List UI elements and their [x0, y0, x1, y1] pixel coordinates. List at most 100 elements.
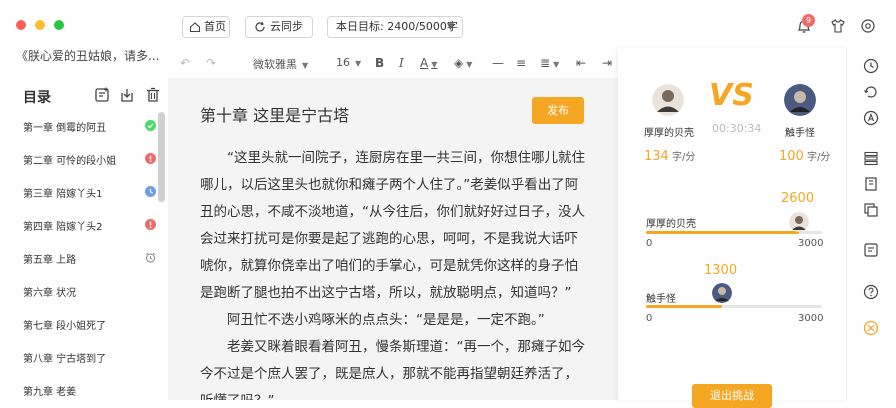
player1-speed-value: 134 — [644, 149, 669, 164]
indent-increase-icon[interactable]: ⇥ — [602, 56, 612, 70]
toc-item-9[interactable]: 第九章 老姜 — [0, 374, 168, 407]
bold-button[interactable]: B — [375, 56, 384, 70]
player1-bar-name: 厚厚的贝壳 — [646, 219, 696, 230]
home-button[interactable]: 首页 — [182, 16, 230, 38]
toc-item-5[interactable]: 第五章 上路 — [0, 242, 168, 275]
paragraph: “这里头就一间院子，连厨房在里一共三间，你想住哪儿就住哪儿，以后这里头也就你和瘫… — [200, 150, 585, 301]
home-button-label: 首页 — [204, 20, 226, 33]
chevron-down-icon: ▼ — [302, 61, 309, 70]
import-icon[interactable] — [119, 87, 135, 103]
right-tool-rail — [846, 48, 896, 400]
divider-line-icon[interactable]: — — [492, 56, 504, 70]
settings-icon[interactable] — [860, 18, 876, 34]
toc-item-label: 第四章 陪嫁丫头2 — [23, 222, 103, 233]
highlight-icon: ◈ — [454, 56, 464, 70]
progress-min-label: 0 — [646, 313, 653, 324]
window-close-button[interactable] — [16, 20, 26, 30]
speed-unit: 字/分 — [672, 152, 696, 163]
toc-item-label: 第六章 状况 — [23, 288, 77, 299]
toc-title: 目录 — [23, 90, 51, 106]
undo-icon[interactable]: ↶ — [180, 56, 190, 70]
font-color-button[interactable]: A ▼ — [420, 56, 437, 70]
daily-goal-dropdown[interactable]: 本日目标: 2400/5000字 ▼ — [327, 16, 463, 38]
help-icon[interactable] — [863, 284, 879, 300]
font-family-select[interactable]: 微软雅黑 ▼ — [253, 56, 308, 72]
alarm-clock-icon — [145, 252, 156, 263]
add-chapter-icon[interactable] — [94, 87, 110, 103]
home-icon — [189, 22, 201, 33]
progress-max-label: 3000 — [798, 313, 824, 324]
book-title[interactable]: 《朕心爱的丑姑娘，请多... — [16, 47, 164, 64]
toc-item-label: 第九章 老姜 — [23, 387, 77, 398]
toc-item-1[interactable]: 第一章 倒霉的阿丑 — [0, 110, 168, 143]
toc-item-label: 第八章 宁古塔到了 — [23, 354, 107, 365]
italic-button[interactable]: I — [399, 56, 404, 70]
chapter-body[interactable]: “这里头就一间院子，连厨房在里一共三间，你想住哪儿就住哪儿，以后这里头也就你和瘫… — [200, 145, 585, 400]
toc-item-4[interactable]: 第四章 陪嫁丫头2 — [0, 209, 168, 242]
editor-area[interactable]: 第十章 这里是宁古塔 发布 “这里头就一间院子，连厨房在里一共三间，你想住哪儿就… — [168, 78, 618, 400]
progress-max-label: 3000 — [798, 238, 824, 249]
history-icon[interactable] — [863, 84, 879, 100]
toc-item-label: 第三章 陪嫁丫头1 — [23, 189, 103, 200]
chevron-down-icon: ▼ — [466, 60, 473, 69]
clock-icon[interactable] — [863, 58, 879, 74]
redo-icon[interactable]: ↷ — [206, 56, 216, 70]
paragraph: 老姜又眯着眼看着阿丑，慢条斯理道：“再一个，那瘫子如今今不过是个庶人罢了，既是庶… — [200, 339, 585, 400]
player1-name: 厚厚的贝壳 — [644, 128, 694, 139]
battle-active-icon[interactable] — [863, 320, 879, 336]
left-panel: 《朕心爱的丑姑娘，请多... 目录 第一章 倒霉的阿丑 第二章 可怜的段小姐 第… — [0, 0, 169, 400]
sync-icon — [255, 21, 265, 32]
material-icon[interactable] — [863, 242, 879, 258]
daily-goal-label: 本日目标: 2400/5000字 — [336, 20, 458, 33]
highlight-button[interactable]: ◈ ▼ — [454, 56, 472, 70]
battle-timer: 00:30:34 — [712, 122, 762, 135]
toc-item-label: 第七章 段小姐死了 — [23, 321, 107, 332]
vs-label: VS — [709, 78, 754, 113]
speed-unit: 字/分 — [807, 152, 831, 163]
player2-word-count: 1300 — [704, 263, 738, 278]
player2-bar-name: 触手怪 — [646, 294, 676, 305]
player1-avatar — [652, 84, 684, 116]
top-bar: 首页 云同步 本日目标: 2400/5000字 ▼ 9 — [168, 0, 896, 49]
cloud-sync-button[interactable]: 云同步 — [245, 16, 313, 38]
toc-item-8[interactable]: 第八章 宁古塔到了 — [0, 341, 168, 374]
toc-item-label: 第二章 可怜的段小姐 — [23, 156, 117, 167]
player1-word-count: 2600 — [781, 191, 815, 206]
error-status-icon — [145, 153, 156, 164]
font-color-label: A — [420, 56, 429, 70]
toc-item-2[interactable]: 第二章 可怜的段小姐 — [0, 143, 168, 176]
toc-item-3[interactable]: 第三章 陪嫁丫头1 — [0, 176, 168, 209]
check-status-icon — [145, 120, 156, 131]
player1-progress-fill — [646, 231, 799, 234]
toc-scrollbar[interactable] — [158, 112, 165, 202]
format-toolbar: ↶ ↷ 微软雅黑 ▼ 16 ▼ B I A ▼ ◈ ▼ — ≡ ≣ ▼ ⇤ ⇥ — [168, 48, 618, 78]
trash-icon[interactable] — [145, 87, 161, 103]
player2-name: 触手怪 — [785, 128, 815, 139]
window-minimize-button[interactable] — [35, 20, 45, 30]
toc-list: 第一章 倒霉的阿丑 第二章 可怜的段小姐 第三章 陪嫁丫头1 第四章 陪嫁丫头2 — [0, 110, 168, 407]
player2-progress-avatar — [712, 283, 732, 303]
pending-status-icon — [145, 186, 156, 197]
notification-badge: 9 — [802, 14, 815, 27]
window-maximize-button[interactable] — [54, 20, 64, 30]
outline-list-icon[interactable] — [863, 150, 879, 166]
cloud-sync-label: 云同步 — [270, 20, 303, 33]
line-spacing-icon[interactable]: ≣ ▼ — [540, 56, 559, 70]
align-left-icon[interactable]: ≡ — [516, 56, 526, 70]
tshirt-icon[interactable] — [830, 18, 846, 34]
indent-decrease-icon[interactable]: ⇤ — [576, 56, 586, 70]
exit-battle-button[interactable]: 退出挑战 — [692, 384, 772, 408]
chevron-down-icon: ▼ — [355, 59, 362, 68]
publish-button[interactable]: 发布 — [532, 97, 584, 124]
paragraph: 阿丑忙不迭小鸡啄米的点点头：“是是是，一定不跑。” — [227, 312, 545, 328]
spell-check-icon[interactable] — [863, 110, 879, 126]
player1-speed: 134 字/分 — [644, 148, 695, 164]
chapter-title[interactable]: 第十章 这里是宁古塔 — [200, 102, 349, 126]
toc-item-7[interactable]: 第七章 段小姐死了 — [0, 308, 168, 341]
player2-speed-value: 100 — [779, 149, 804, 164]
chevron-down-icon: ▼ — [431, 60, 438, 69]
book-icon[interactable] — [863, 176, 879, 192]
toc-item-6[interactable]: 第六章 状况 — [0, 275, 168, 308]
font-size-select[interactable]: 16 ▼ — [336, 56, 361, 69]
copy-icon[interactable] — [863, 202, 879, 218]
